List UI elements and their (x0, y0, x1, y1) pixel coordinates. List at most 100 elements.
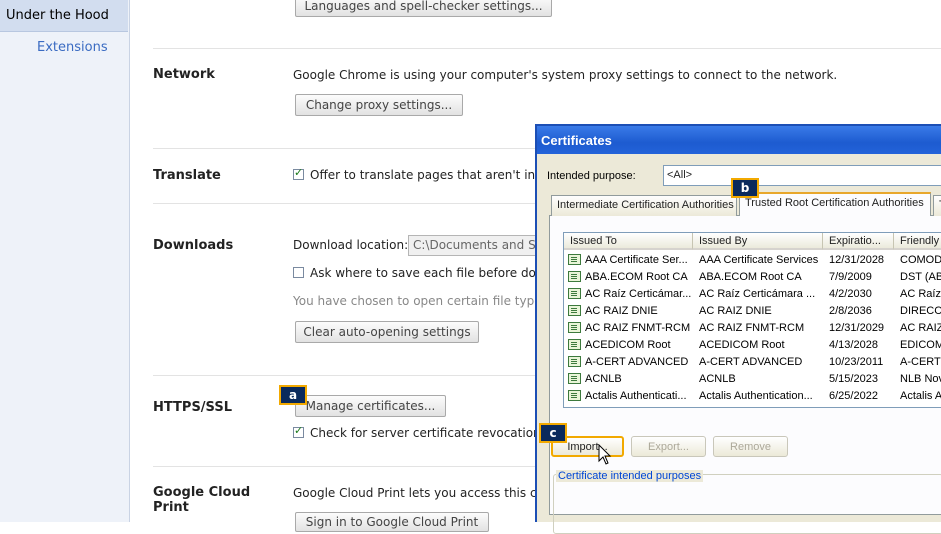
dialog-title: Certificates (541, 133, 612, 148)
cell-issued-to: ABA.ECOM Root CA (585, 271, 688, 283)
translate-checkbox-label: Offer to translate pages that aren't in … (310, 168, 547, 182)
translate-checkbox[interactable] (293, 166, 304, 180)
cell-issued-to: AAA Certificate Ser... (585, 254, 688, 266)
cell-expiration: 4/2/2030 (829, 288, 872, 300)
intended-purposes-group (553, 474, 941, 534)
cell-issued-to: AC RAIZ DNIE (585, 305, 658, 317)
cell-issued-by: AC RAIZ FNMT-RCM (699, 322, 805, 334)
cell-expiration: 7/9/2009 (829, 271, 872, 283)
cell-issued-by: ACEDICOM Root (699, 339, 785, 351)
cell-issued-by: ACNLB (699, 373, 736, 385)
table-row[interactable]: ABA.ECOM Root CA ABA.ECOM Root CA 7/9/20… (564, 269, 941, 286)
sidebar-item-extensions[interactable]: Extensions (37, 40, 108, 55)
callout-b: b (731, 178, 759, 198)
network-label: Network (153, 67, 215, 82)
remove-button[interactable]: Remove (713, 436, 788, 457)
cell-issued-to: ACNLB (585, 373, 622, 385)
column-issued-to[interactable]: Issued To (564, 233, 693, 250)
cell-expiration: 12/31/2029 (829, 322, 885, 334)
table-row[interactable]: AC RAIZ FNMT-RCM AC RAIZ FNMT-RCM 12/31/… (564, 320, 941, 337)
cell-issued-to: ACEDICOM Root (585, 339, 671, 351)
cell-expiration: 10/23/2011 (829, 356, 884, 368)
https-ssl-label: HTTPS/SSL (153, 400, 232, 415)
cell-issued-to: A-CERT ADVANCED (585, 356, 689, 368)
certificate-icon (568, 322, 581, 333)
table-row[interactable]: AAA Certificate Ser... AAA Certificate S… (564, 252, 941, 269)
cloud-print-label-line2: Print (153, 500, 189, 515)
languages-spellcheck-button[interactable]: Languages and spell-checker settings... (295, 0, 552, 17)
cell-issued-by: ABA.ECOM Root CA (699, 271, 802, 283)
cell-expiration: 6/25/2022 (829, 390, 878, 402)
revocation-checkbox-label: Check for server certificate revocation (310, 426, 541, 440)
certificate-icon (568, 339, 581, 350)
ask-save-location-checkbox[interactable] (293, 267, 304, 278)
certificate-icon (568, 373, 581, 384)
clear-auto-opening-button[interactable]: Clear auto-opening settings (295, 321, 479, 343)
sidebar-item-label: Under the Hood (6, 8, 109, 23)
network-description: Google Chrome is using your computer's s… (293, 68, 838, 82)
certificate-icon (568, 254, 581, 265)
sidebar: Under the Hood Extensions (0, 0, 130, 522)
certificate-list[interactable]: Issued To Issued By Expiratio... Friendl… (563, 232, 941, 408)
cell-expiration: 5/15/2023 (829, 373, 878, 385)
tab-more[interactable]: T (933, 195, 941, 216)
column-friendly-name[interactable]: Friendly (894, 233, 941, 250)
certificate-icon (568, 390, 581, 401)
tab-trusted-root-ca[interactable]: Trusted Root Certification Authorities (739, 192, 931, 216)
table-row[interactable]: ACEDICOM Root ACEDICOM Root 4/13/2028 ED… (564, 337, 941, 354)
cell-friendly-name: AC RAIZ (900, 322, 941, 334)
certificate-icon (568, 356, 581, 367)
tab-intermediate-ca[interactable]: Intermediate Certification Authorities (551, 195, 737, 216)
cell-friendly-name: COMODO (900, 254, 941, 266)
download-location-field[interactable]: C:\Documents and S (408, 235, 548, 256)
cell-expiration: 2/8/2036 (829, 305, 872, 317)
column-expiration[interactable]: Expiratio... (823, 233, 894, 250)
export-button[interactable]: Export... (631, 436, 706, 457)
table-row[interactable]: AC Raíz Certicámar... AC Raíz Certicámar… (564, 286, 941, 303)
dialog-titlebar[interactable]: Certificates (537, 126, 941, 154)
cell-expiration: 4/13/2028 (829, 339, 878, 351)
intended-purpose-label: Intended purpose: (547, 170, 636, 182)
cell-expiration: 12/31/2028 (829, 254, 885, 266)
cloud-print-signin-button[interactable]: Sign in to Google Cloud Print (295, 512, 489, 532)
mouse-pointer-icon (598, 444, 612, 465)
cell-issued-by: A-CERT ADVANCED (699, 356, 803, 368)
cloud-print-label: Google Cloud (153, 485, 251, 500)
cell-issued-to: AC Raíz Certicámar... (585, 288, 691, 300)
cell-friendly-name: DST (ABA (900, 271, 941, 283)
cell-friendly-name: A-CERT A (900, 356, 941, 368)
cell-issued-by: AC Raíz Certicámara ... (699, 288, 816, 300)
cell-friendly-name: DIRECCI (900, 305, 941, 317)
cell-issued-by: AAA Certificate Services (699, 254, 819, 266)
callout-c: c (539, 423, 567, 443)
change-proxy-button[interactable]: Change proxy settings... (295, 94, 463, 116)
cell-friendly-name: NLB Nova (900, 373, 941, 385)
cloud-print-description: Google Cloud Print lets you access this … (293, 486, 537, 500)
cell-friendly-name: AC Raíz C (900, 288, 941, 300)
cell-issued-by: Actalis Authentication... (699, 390, 813, 402)
callout-a: a (279, 385, 307, 405)
certificate-icon (568, 271, 581, 282)
cell-friendly-name: Actalis Au (900, 390, 941, 402)
cell-issued-to: Actalis Authenticati... (585, 390, 687, 402)
intended-purpose-select[interactable]: <All> (663, 165, 941, 186)
ask-save-location-label: Ask where to save each file before dow (310, 266, 546, 280)
downloads-label: Downloads (153, 238, 234, 253)
cell-issued-to: AC RAIZ FNMT-RCM (585, 322, 691, 334)
table-row[interactable]: Actalis Authenticati... Actalis Authenti… (564, 388, 941, 405)
certificate-icon (568, 305, 581, 316)
table-row[interactable]: ACNLB ACNLB 5/15/2023 NLB Nova (564, 371, 941, 388)
table-row[interactable]: A-CERT ADVANCED A-CERT ADVANCED 10/23/20… (564, 354, 941, 371)
manage-certificates-button[interactable]: Manage certificates... (295, 395, 446, 417)
intended-purposes-legend: Certificate intended purposes (556, 470, 704, 482)
divider (153, 48, 941, 49)
table-row[interactable]: AC RAIZ DNIE AC RAIZ DNIE 2/8/2036 DIREC… (564, 303, 941, 320)
translate-label: Translate (153, 168, 221, 183)
certificate-icon (568, 288, 581, 299)
revocation-checkbox[interactable] (293, 424, 304, 438)
cell-friendly-name: EDICOM (900, 339, 941, 351)
sidebar-item-under-the-hood[interactable]: Under the Hood (0, 0, 128, 32)
cell-issued-by: AC RAIZ DNIE (699, 305, 772, 317)
auto-open-note: You have chosen to open certain file typ… (293, 294, 548, 308)
column-issued-by[interactable]: Issued By (693, 233, 823, 250)
